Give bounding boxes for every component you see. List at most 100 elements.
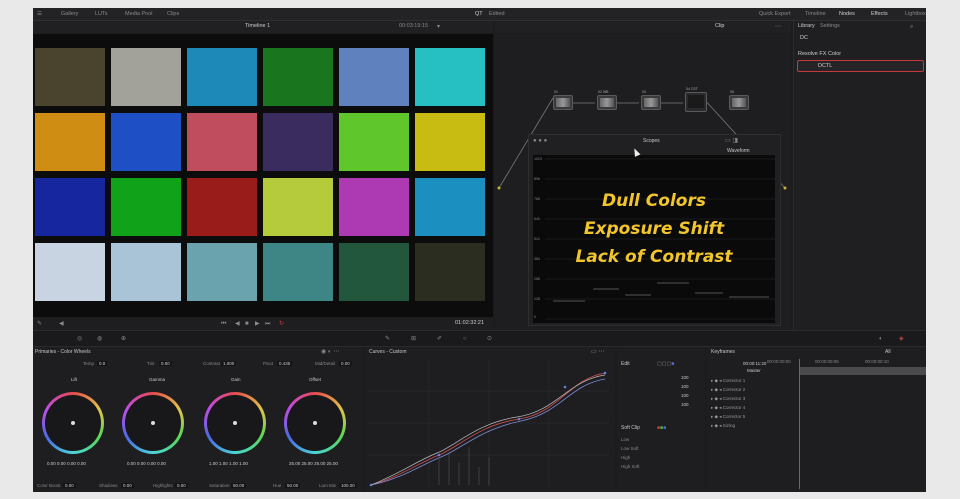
node-03[interactable]: 03 [641,90,661,110]
soft-clip-channel-icons[interactable]: ■■■ [657,425,666,431]
lum-mix-field[interactable]: 100.00 [339,483,357,488]
tint-field[interactable]: 0.00 [159,361,172,366]
viewer-options-icon[interactable]: ▾ [437,24,440,30]
waveform-graticule [545,158,775,320]
menu-icon[interactable]: ☰ [37,11,42,17]
keyframes-icon[interactable]: ◐ [879,336,883,342]
luts-tab[interactable]: LUTs [95,11,108,17]
viewer-zoom[interactable]: 00:03:19:15 [399,23,428,29]
skip-back-icon[interactable]: ⏮ [221,321,226,327]
settings-tab[interactable]: Settings [820,23,840,29]
color-wheels-panel: Primaries - Color Wheels ◉ ◐ ⋯ Temp 0.0 … [33,347,363,492]
warper-icon[interactable]: ⊞ [411,336,416,342]
clip-viewer[interactable] [33,34,493,317]
clips-tab[interactable]: Clips [167,11,179,17]
color-patch [35,243,105,301]
color-patch [263,48,333,106]
rgb-mixer-icon[interactable]: ◍ [97,336,102,342]
nodes-toggle[interactable]: Nodes [839,11,855,17]
volume-icon[interactable]: ◀ [59,321,64,327]
waveform-display: 1023 896 768 640 512 384 256 128 0 Dull … [533,155,775,323]
contrast-field[interactable]: 1.000 [221,361,237,366]
quick-export-button[interactable]: Quick Export [759,11,790,17]
r-channel-value[interactable]: 100 [681,384,689,389]
color-boost-field[interactable]: 0.00 [63,483,76,488]
track-corrector-2[interactable]: ▸ ◆ ◂ Corrector 2 [711,387,745,393]
timeline-toggle[interactable]: Timeline [805,11,826,17]
media-pool-tab[interactable]: Media Pool [125,11,153,17]
library-search-input[interactable]: DC [800,35,808,41]
timeline-name[interactable]: Timeline 1 [245,23,270,29]
color-patch [35,48,105,106]
search-icon[interactable]: ⌕ [910,24,913,30]
lightbox-toggle[interactable]: Lightbox [905,11,926,17]
scopes-window[interactable]: ● ● ● Scopes ▭ ◨ Waveform 1023 896 768 6… [528,134,781,326]
y-channel-value[interactable]: 100 [681,375,689,380]
node-05[interactable]: 05 [729,90,749,110]
gamma-values[interactable]: 0.00 0.00 0.00 0.00 [127,461,166,466]
hue-field[interactable]: 50.00 [285,483,301,488]
highlights-field[interactable]: 0.00 [175,483,188,488]
playhead[interactable] [799,359,800,489]
track-corrector-4[interactable]: ▸ ◆ ◂ Corrector 4 [711,405,745,411]
skip-forward-icon[interactable]: ⏭ [265,321,270,327]
color-patch [111,243,181,301]
gain-values[interactable]: 1.00 1.00 1.00 1.00 [209,461,248,466]
track-corrector-5[interactable]: ▸ ◆ ◂ Corrector 5 [711,414,745,420]
effects-toggle[interactable]: Effects [871,11,888,17]
library-item-dctl[interactable]: DCTL [797,60,924,72]
node-01[interactable]: 01 [553,90,573,110]
clip-mode-label[interactable]: Clip [715,23,724,29]
gain-wheel[interactable] [204,392,266,454]
temp-field[interactable]: 0.0 [97,361,108,366]
offset-values[interactable]: 25.00 25.00 25.00 25.00 [289,461,338,466]
lift-values[interactable]: 0.00 0.00 0.00 0.00 [47,461,86,466]
pivot-field[interactable]: 0.435 [277,361,293,366]
track-corrector-3[interactable]: ▸ ◆ ◂ Corrector 3 [711,396,745,402]
reverse-icon[interactable]: ◀ [235,321,240,327]
color-patch [415,113,485,171]
library-tab[interactable]: Library [798,23,815,29]
curves-icon[interactable]: ✎ [385,336,390,342]
sizing-icon[interactable]: ◈ [899,336,904,342]
playback-bar: ✎ ◀ ⏮ ◀ ■ ▶ ⏭ ↻ 01:02:32:21 [33,318,493,330]
shadows-field[interactable]: 0.00 [121,483,134,488]
b-channel-value[interactable]: 100 [681,402,689,407]
curve-channel-icons[interactable]: ▢▢▢■ [657,361,674,367]
curve-graph[interactable] [369,359,609,487]
mid-detail-field[interactable]: 0.00 [339,361,352,366]
g-channel-value[interactable]: 100 [681,393,689,398]
lift-wheel[interactable] [42,392,104,454]
hdr-icon[interactable]: ⊕ [121,336,126,342]
pen-icon[interactable]: ✎ [37,321,42,327]
effects-library-panel: Library Settings ⌕ DC Resolve FX Color D… [793,21,926,343]
master-track-bar[interactable] [799,367,926,375]
gain-label: Gain [231,377,241,382]
gamma-wheel[interactable] [122,392,184,454]
scope-mode-select[interactable]: Waveform [727,148,750,154]
gallery-tab[interactable]: Gallery [61,11,78,17]
qualifier-icon[interactable]: ✐ [437,336,442,342]
window-controls-icon[interactable]: ● ● ● [533,138,547,144]
color-patch [111,48,181,106]
color-patch [187,48,257,106]
node-options-icon[interactable]: ⋯ [775,24,781,30]
wheel-mode-icon[interactable]: ◉ ◐ ⋯ [321,349,339,355]
loop-icon[interactable]: ↻ [279,321,284,327]
viewer-header: Timeline 1 00:03:19:15 ▾ [33,21,493,33]
stop-icon[interactable]: ■ [245,321,249,327]
track-sizing[interactable]: ▸ ◆ ◂ Sizing [711,423,735,429]
node-04[interactable]: 04 CST [685,87,707,112]
saturation-field[interactable]: 50.00 [231,483,247,488]
play-icon[interactable]: ▶ [255,321,260,327]
track-corrector-1[interactable]: ▸ ◆ ◂ Corrector 1 [711,378,745,384]
offset-wheel[interactable] [284,392,346,454]
curves-options-icon[interactable]: ▭ ⋯ [591,349,604,355]
color-patch [187,178,257,236]
keyframes-filter[interactable]: All [885,349,891,355]
window-icon[interactable]: ○ [463,336,467,342]
layout-icon[interactable]: ▭ ◨ [725,138,738,144]
node-02[interactable]: 02 WB [597,90,617,110]
tracker-icon[interactable]: ⊙ [487,336,492,342]
color-wheels-icon[interactable]: ◎ [77,336,82,342]
